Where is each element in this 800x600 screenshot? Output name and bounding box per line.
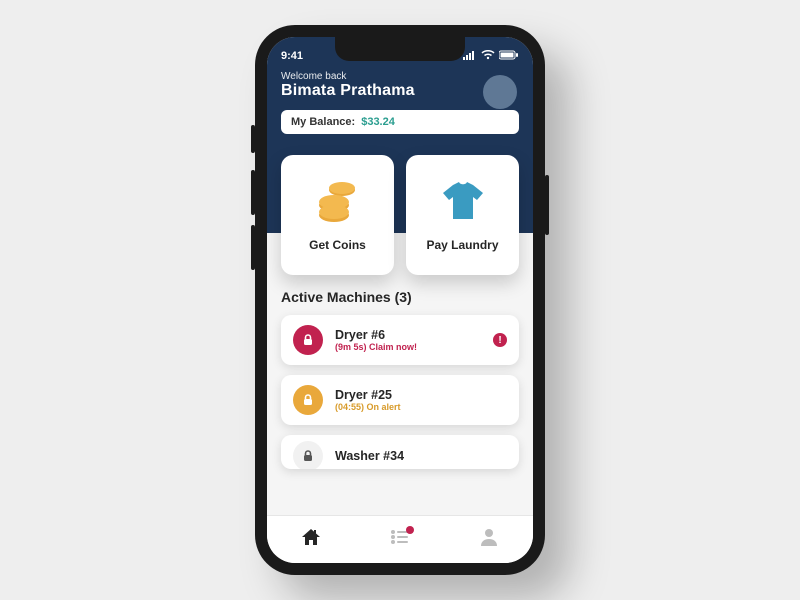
machine-name: Dryer #6 [335,328,417,342]
section-title: Active Machines (3) [281,289,519,305]
machine-info: Dryer #25 (04:55) On alert [335,388,401,412]
battery-icon [499,50,519,63]
alert-icon: ! [493,333,507,347]
lock-icon [293,325,323,355]
lock-icon [293,385,323,415]
lock-icon [293,441,323,469]
bottom-nav [267,515,533,563]
machine-row[interactable]: Dryer #25 (04:55) On alert [281,375,519,425]
machine-info: Washer #34 [335,449,404,463]
tshirt-icon [439,179,487,228]
machine-info: Dryer #6 (9m 5s) Claim now! [335,328,417,352]
pay-laundry-card[interactable]: Pay Laundry [406,155,519,275]
card-label: Get Coins [309,238,366,252]
card-label: Pay Laundry [426,238,498,252]
user-icon [479,527,499,552]
avatar[interactable] [483,75,517,109]
wifi-icon [481,50,495,63]
machine-name: Dryer #25 [335,388,401,402]
signal-icon [463,50,477,63]
welcome-greeting: Welcome back [281,71,519,82]
nav-profile[interactable] [444,516,533,563]
phone-frame: 9:41 Welcome back Bimata Prathama [255,25,545,575]
machine-list: Dryer #6 (9m 5s) Claim now! ! Dryer #25 … [281,315,519,469]
machine-row[interactable]: Dryer #6 (9m 5s) Claim now! ! [281,315,519,365]
side-button [251,170,255,215]
screen: 9:41 Welcome back Bimata Prathama [267,37,533,563]
nav-home[interactable] [267,516,356,563]
notch [335,37,465,61]
balance-label: My Balance: [291,116,355,128]
machine-name: Washer #34 [335,449,404,463]
get-coins-card[interactable]: Get Coins [281,155,394,275]
balance-pill[interactable]: My Balance: $33.24 [281,110,519,134]
status-right [463,50,519,63]
balance-amount: $33.24 [361,116,395,128]
home-icon [300,527,322,552]
side-button [545,175,549,235]
machine-row[interactable]: Washer #34 [281,435,519,469]
side-button [251,225,255,270]
machine-subtext: (9m 5s) Claim now! [335,342,417,352]
status-time: 9:41 [281,50,303,62]
machine-subtext: (04:55) On alert [335,402,401,412]
notification-dot [406,526,414,534]
coins-icon [314,179,362,228]
nav-activity[interactable] [356,516,445,563]
header: 9:41 Welcome back Bimata Prathama [267,37,533,233]
side-button [251,125,255,153]
action-cards: Get Coins Pay Laundry [281,155,519,275]
